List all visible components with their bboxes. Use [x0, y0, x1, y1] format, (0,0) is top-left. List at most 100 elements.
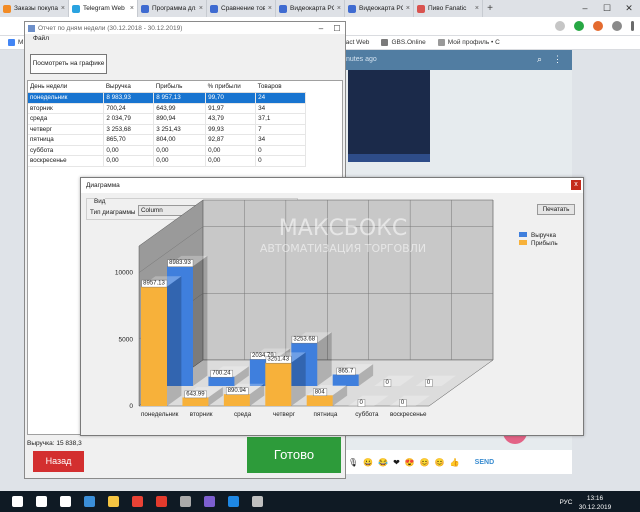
tab-favicon-icon	[141, 4, 149, 13]
table-row[interactable]: воскресенье 0,00 0,00 0,00 0	[28, 155, 306, 167]
chrome-icon[interactable]	[132, 496, 143, 507]
tab-favicon-icon	[279, 4, 287, 13]
menu-icon[interactable]	[631, 21, 634, 31]
done-button[interactable]: Готово	[247, 437, 341, 473]
minimize-button[interactable]: –	[574, 0, 596, 17]
more-icon[interactable]: ⋮	[553, 54, 562, 65]
taskbar-time: 13:16	[587, 495, 604, 502]
chat-image[interactable]	[348, 70, 430, 162]
table-row[interactable]: пятница 865,70 804,00 92,87 34	[28, 134, 306, 146]
shield-icon[interactable]	[574, 21, 584, 31]
yandex-icon[interactable]	[156, 496, 167, 507]
app-icon	[28, 24, 35, 32]
emoji-icon[interactable]: 😂	[378, 458, 388, 467]
bookmark-item[interactable]: M	[8, 39, 23, 46]
telegram-header: nutes ago ⌕ ⋮	[346, 50, 572, 70]
emoji-icon[interactable]: ❤	[393, 458, 400, 467]
emoji-icon[interactable]: 😍	[405, 458, 415, 467]
close-button[interactable]: x	[571, 180, 581, 190]
close-window-button[interactable]: ✕	[618, 0, 640, 17]
microphone-icon[interactable]: 🎙	[348, 458, 358, 467]
tab-close-icon[interactable]: ×	[130, 5, 134, 12]
show-chart-button[interactable]: Посмотреть на графике	[30, 54, 107, 74]
legend-swatch	[519, 232, 527, 237]
send-button[interactable]: SEND	[475, 459, 494, 466]
menu-file[interactable]: Файл	[25, 34, 345, 44]
emoji-icon[interactable]: 😊	[420, 458, 430, 467]
table-cell: четверг	[28, 124, 105, 135]
browser-tab[interactable]: Сравнение това ×	[207, 0, 276, 17]
edge-icon[interactable]	[84, 496, 95, 507]
x-tick-label: четверг	[273, 411, 296, 418]
table-row[interactable]: суббота 0,00 0,00 0,00 0	[28, 145, 306, 156]
browser-tab[interactable]: Telegram Web ×	[69, 0, 138, 17]
table-cell: среда	[28, 113, 105, 125]
extension-icon[interactable]	[593, 21, 603, 31]
emoji-icon[interactable]: 😊	[435, 458, 445, 467]
x-tick-label: понедельник	[141, 411, 179, 418]
browser-tab[interactable]: Заказы покупателей×	[0, 0, 69, 17]
new-tab-button[interactable]: +	[483, 0, 497, 17]
table-row[interactable]: понедельник 8 983,93 8 957,13 99,70 24	[28, 92, 306, 104]
data-label: 890.94	[228, 388, 247, 394]
table-cell: 37,1	[255, 113, 306, 125]
search-icon[interactable]: ⌕	[537, 54, 542, 65]
task-view-icon[interactable]	[60, 496, 71, 507]
report-table: День недели Выручка Прибыль% прибыли Товаро…	[28, 81, 306, 167]
bar-profit-front	[141, 286, 167, 406]
table-cell: 92,87	[205, 134, 257, 146]
emoji-icon[interactable]: 👍	[450, 458, 460, 467]
browser-tab[interactable]: Программа для ×	[138, 0, 207, 17]
table-cell: 890,94	[153, 113, 207, 125]
calculator-icon[interactable]	[180, 496, 191, 507]
table-row[interactable]: четверг 3 253,68 3 251,43 99,93 7	[28, 124, 306, 135]
teamviewer-icon[interactable]	[228, 496, 239, 507]
search-icon[interactable]	[36, 496, 47, 507]
viber-icon[interactable]	[204, 496, 215, 507]
tab-close-icon[interactable]: ×	[475, 5, 479, 12]
bookmark-item[interactable]: Мой профиль • С	[437, 39, 500, 46]
emoji-icon[interactable]: 😀	[363, 458, 373, 467]
bookmark-label: M	[18, 39, 24, 46]
tab-label: Видеокарта PCI-E	[359, 5, 403, 12]
avatar[interactable]	[612, 21, 622, 31]
maximize-button[interactable]: ☐	[329, 24, 345, 33]
app-icon[interactable]	[252, 496, 263, 507]
minimize-button[interactable]: –	[313, 24, 329, 33]
browser-tab[interactable]: Видеокарта PCI-E×	[345, 0, 414, 17]
table-row[interactable]: вторник 700,24 643,99 91,97 34	[28, 103, 306, 114]
column-header[interactable]: День недели	[28, 81, 104, 93]
table-row[interactable]: среда 2 034,79 890,94 43,79 37,1	[28, 113, 306, 125]
browser-tab[interactable]: Пиво Fanatic ×	[414, 0, 483, 17]
windows-start-icon[interactable]	[12, 496, 23, 507]
table-cell: 643,99	[153, 103, 207, 114]
extension-icon[interactable]	[555, 21, 565, 31]
table-cell: 0,00	[205, 155, 257, 167]
back-button[interactable]: Назад	[33, 451, 84, 472]
column-header[interactable]: % прибыли	[205, 81, 256, 93]
table-cell: 34	[255, 134, 306, 146]
taskbar-date: 30.12.2019	[579, 504, 612, 511]
report-title: Отчет по дням недели (30.12.2018 - 30.12…	[38, 24, 183, 32]
bookmark-item[interactable]: GBS.Online	[381, 39, 426, 46]
tab-close-icon[interactable]: ×	[268, 5, 272, 12]
column-header[interactable]: Выручка	[103, 81, 154, 93]
tab-close-icon[interactable]: ×	[199, 5, 203, 12]
data-label: 804	[315, 389, 326, 395]
tab-close-icon[interactable]: ×	[406, 5, 410, 12]
bar-revenue-front	[208, 376, 235, 386]
column-header[interactable]: Прибыль	[153, 81, 206, 93]
tab-favicon-icon	[348, 4, 356, 13]
tab-label: Пиво Fanatic	[428, 5, 467, 12]
x-tick-label: среда	[234, 411, 252, 418]
bar-profit-front	[306, 395, 333, 406]
explorer-icon[interactable]	[108, 496, 119, 507]
browser-tab[interactable]: Видеокарта PCI-E×	[276, 0, 345, 17]
column-header[interactable]: Товаров	[255, 81, 306, 93]
table-cell: воскресенье	[28, 155, 105, 167]
tab-close-icon[interactable]: ×	[61, 5, 65, 12]
maximize-button[interactable]: ☐	[596, 0, 618, 17]
table-cell: пятница	[28, 134, 105, 146]
tab-close-icon[interactable]: ×	[337, 5, 341, 12]
bar-revenue-front	[332, 374, 359, 386]
